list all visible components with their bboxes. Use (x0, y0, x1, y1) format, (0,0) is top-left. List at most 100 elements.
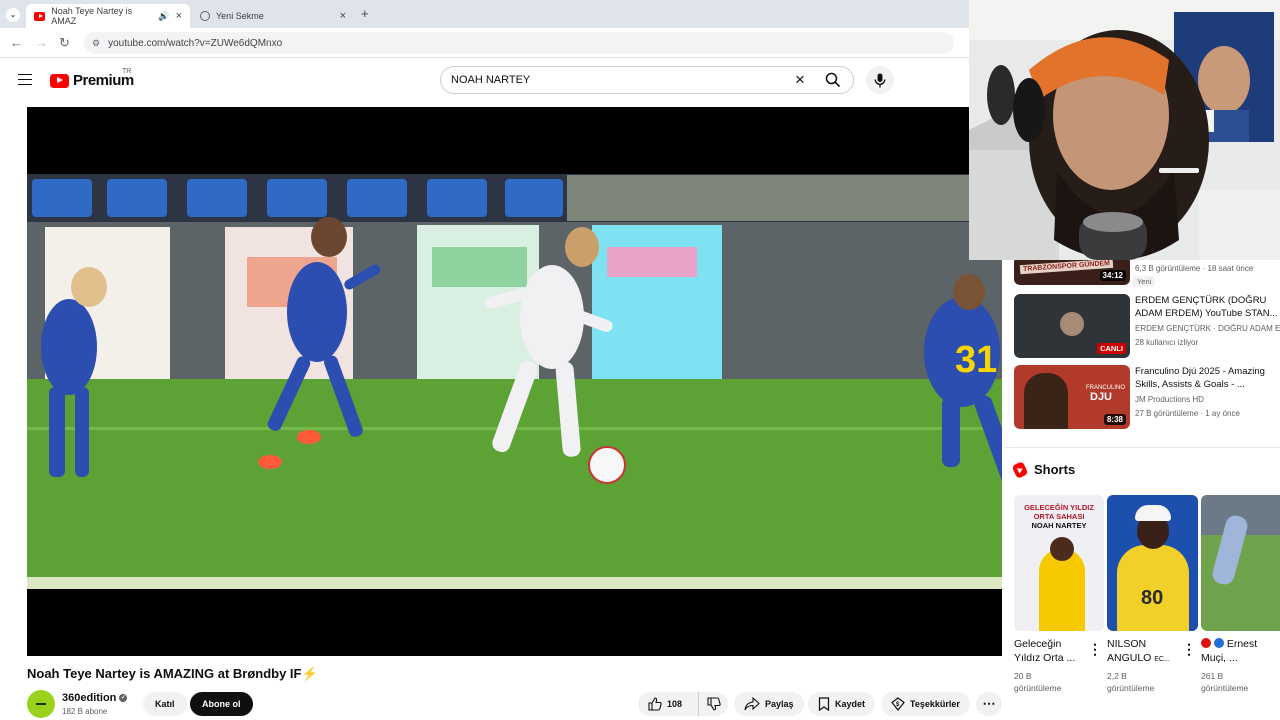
short-title-line: ANGULO EC... (1107, 651, 1170, 667)
tab-close-icon[interactable]: × (176, 10, 182, 22)
player-figure (1039, 549, 1085, 631)
headphone (1013, 78, 1045, 142)
webcam-overlay (969, 0, 1280, 260)
bookmark-icon (818, 697, 830, 711)
video-title: ERDEM GENÇTÜRK (DOĞRU ADAM ERDEM) YouTub… (1135, 294, 1280, 320)
voice-search-button[interactable] (866, 66, 894, 94)
microphone-icon (874, 73, 886, 87)
short-title-text: ANGULO (1107, 652, 1152, 664)
svg-text:$: $ (896, 702, 900, 708)
video-player[interactable]: 31 (27, 107, 1002, 656)
url-text: youtube.com/watch?v=ZUWe6dQMnxo (108, 37, 283, 49)
tab-search-icon[interactable]: ⌄ (6, 8, 20, 22)
tab-title: Noah Teye Nartey is AMAZ (51, 6, 133, 26)
video-thumbnail[interactable]: TRABZONSPOR GÜNDEM 34:12 (1014, 256, 1130, 285)
speaker-icon[interactable]: 🔊 (158, 11, 169, 22)
share-button[interactable]: Paylaş (734, 692, 804, 716)
thumbnail-line: NOAH NARTEY (1031, 521, 1087, 530)
channel-name: ERDEM GENÇTÜRK · DOĞRU ADAM ERDEM (1135, 324, 1280, 333)
thumbnail-line: ORTA SAHASI (1033, 512, 1085, 521)
duration-badge: 34:12 (1099, 270, 1126, 281)
youtube-favicon-icon (34, 11, 46, 21)
search-box[interactable]: NOAH NARTEY × (440, 66, 854, 94)
video-thumbnail[interactable]: CANLI (1014, 294, 1130, 358)
new-tab-button[interactable]: + (361, 6, 369, 21)
thanks-icon: $ (891, 697, 905, 711)
views-line: görüntüleme (1014, 683, 1062, 693)
player-silhouette (1024, 373, 1068, 429)
thanks-button[interactable]: $ Teşekkürler (881, 692, 970, 716)
football (588, 446, 626, 484)
player-head (1050, 537, 1074, 561)
shorts-heading: Shorts (1011, 460, 1075, 479)
video-title: Franculino Djú 2025 - Amazing Skills, As… (1135, 366, 1265, 390)
tab-youtube[interactable]: Noah Teye Nartey is AMAZ 🔊 × (26, 4, 190, 28)
short-title-suffix: EC... (1154, 656, 1170, 663)
thumbnail-text: DJU (1090, 391, 1113, 403)
short-title-line: Yıldız Orta ... (1014, 652, 1076, 664)
globe-icon (200, 11, 210, 21)
url-field[interactable]: ⚙ youtube.com/watch?v=ZUWe6dQMnxo (84, 32, 954, 54)
short-3-views: 261 B görüntüleme (1201, 670, 1248, 694)
shorts-icon (1011, 460, 1029, 479)
subscriber-count: 182 B abone (62, 707, 108, 716)
related-video-2[interactable]: CANLI ERDEM GENÇTÜRK (DOĞRU ADAM ERDEM) … (1014, 294, 1280, 364)
views-line: görüntüleme (1201, 683, 1249, 693)
jersey-number: 80 (1141, 587, 1164, 609)
live-badge: CANLI (1097, 343, 1126, 354)
short-title-line: Geleceğin (1014, 638, 1062, 650)
join-button[interactable]: Katıl (143, 692, 187, 716)
video-meta: 27 B görüntüleme · 1 ay önce (1135, 409, 1240, 418)
jersey-number: 31 (955, 339, 997, 381)
short-2-views: 2,2 B görüntüleme (1107, 670, 1154, 694)
views-line: 2,2 B (1107, 671, 1127, 681)
reload-icon[interactable]: ↻ (59, 35, 70, 51)
channel-name-text: 360edition (62, 692, 117, 704)
dislike-button[interactable] (698, 692, 728, 716)
search-button[interactable] (813, 67, 853, 93)
video-frame: 31 (27, 107, 1002, 656)
share-label: Paylaş (765, 699, 794, 709)
like-button[interactable]: 108 (638, 692, 698, 716)
address-bar: ← → ↻ ⚙ youtube.com/watch?v=ZUWe6dQMnxo (0, 28, 970, 58)
tab-close-icon[interactable]: × (340, 10, 346, 22)
country-code: TR (122, 68, 132, 75)
short-1-thumbnail[interactable]: GELECEĞİN YILDIZ ORTA SAHASI NOAH NARTEY (1014, 495, 1104, 631)
blue-circle-icon (1213, 638, 1224, 648)
short-1-menu-icon[interactable]: ⋮ (1088, 641, 1102, 658)
short-1-title: Geleceğin Yıldız Orta ... (1014, 637, 1075, 665)
thumbnail-text: GELECEĞİN YILDIZ ORTA SAHASI NOAH NARTEY (1014, 503, 1104, 530)
youtube-logo-icon (50, 73, 69, 88)
short-2-menu-icon[interactable]: ⋮ (1182, 641, 1196, 658)
red-circle-icon (1201, 638, 1211, 648)
verified-icon: ✓ (119, 694, 128, 702)
search-input[interactable]: NOAH NARTEY (441, 74, 787, 86)
cigarette (1159, 168, 1199, 173)
thumbs-down-icon (706, 697, 721, 711)
menu-icon[interactable] (18, 74, 32, 85)
like-count: 108 (667, 699, 683, 709)
tab-title: Yeni Sekme (216, 11, 264, 21)
subscribe-button[interactable]: Abone ol (190, 692, 253, 716)
short-3-title: Ernest Muçi, ... (1201, 637, 1257, 665)
video-thumbnail[interactable]: FRANCULINO DJU 8:38 (1014, 365, 1130, 429)
thumbs-up-icon (648, 697, 662, 711)
duration-badge: 8:38 (1103, 414, 1126, 425)
forward-icon[interactable]: → (35, 35, 48, 50)
streamer-avatar (1060, 312, 1084, 336)
tab-new[interactable]: Yeni Sekme × (192, 4, 354, 28)
short-2-thumbnail[interactable]: 80 (1107, 495, 1198, 631)
channel-name[interactable]: 360edition ✓ (62, 692, 128, 704)
back-icon[interactable]: ← (10, 35, 23, 50)
clear-search-icon[interactable]: × (787, 70, 813, 90)
short-3-thumbnail[interactable] (1201, 495, 1280, 631)
short-title-text: Ernest (1226, 638, 1258, 650)
short-2-title: NILSON ANGULO EC... (1107, 637, 1170, 667)
thanks-label: Teşekkürler (910, 699, 960, 709)
related-video-3[interactable]: FRANCULINO DJU 8:38 Franculino Djú 2025 … (1014, 365, 1280, 435)
short-title-line: Ernest (1201, 637, 1257, 651)
save-button[interactable]: Kaydet (808, 692, 876, 716)
channel-avatar[interactable] (27, 690, 55, 718)
site-info-icon[interactable]: ⚙ (92, 38, 100, 49)
more-actions-icon[interactable]: ⋯ (976, 692, 1002, 716)
